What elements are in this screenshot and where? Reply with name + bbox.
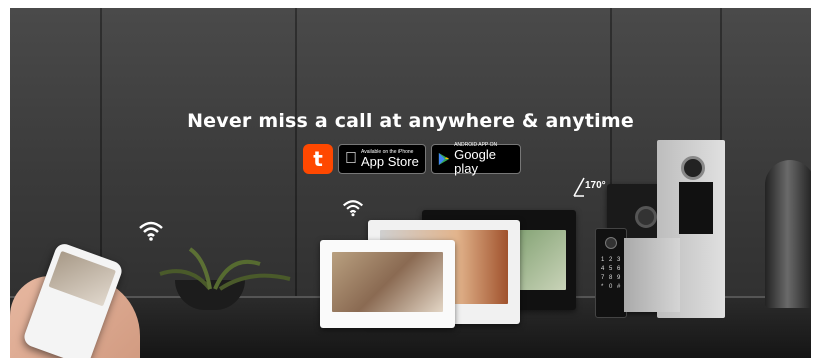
google-play-icon bbox=[438, 152, 450, 166]
camera-lens bbox=[635, 206, 657, 228]
tuya-icon[interactable]: t bbox=[303, 144, 333, 174]
keypad-key: 4 bbox=[601, 266, 605, 272]
smart-speaker bbox=[765, 160, 811, 308]
angle-indicator-icon bbox=[573, 177, 585, 197]
keypad-key: 3 bbox=[617, 257, 621, 263]
keypad-key: 8 bbox=[609, 275, 613, 281]
app-store-badge[interactable]:  Available on the iPhoneApp Store bbox=[338, 144, 426, 174]
wifi-icon bbox=[342, 200, 364, 217]
apple-icon:  bbox=[345, 150, 357, 168]
keypad-key: 2 bbox=[609, 257, 613, 263]
panel-display bbox=[679, 182, 713, 234]
camera-lens bbox=[605, 237, 617, 249]
google-play-badge[interactable]: ANDROID APP ON Google play bbox=[431, 142, 521, 176]
keypad-key: 7 bbox=[601, 275, 605, 281]
headline: Never miss a call at anywhere & anytime bbox=[187, 110, 634, 132]
keypad-key: # bbox=[617, 284, 621, 290]
keypad-key: 5 bbox=[609, 266, 613, 272]
nameplate-panel bbox=[624, 238, 680, 312]
wall-panel-seam bbox=[100, 8, 102, 298]
plant-leaves bbox=[159, 247, 291, 291]
hero-banner: Never miss a call at anywhere & anytime … bbox=[10, 8, 811, 358]
viewing-angle-label: 170° bbox=[585, 180, 606, 191]
intercom-monitor-white bbox=[320, 240, 455, 328]
keypad-key: * bbox=[601, 284, 604, 290]
keypad-key: 6 bbox=[617, 266, 621, 272]
keypad-key: 0 bbox=[609, 284, 613, 290]
wifi-icon bbox=[139, 221, 163, 241]
keypad-key: 1 bbox=[601, 257, 605, 263]
keypad-door-panel: 1 2 3 4 5 6 7 8 9 * 0 # bbox=[595, 228, 627, 318]
phone-screen bbox=[48, 250, 116, 307]
keypad-key: 9 bbox=[617, 275, 621, 281]
monitor-screen bbox=[332, 252, 443, 312]
camera-lens bbox=[681, 156, 705, 180]
